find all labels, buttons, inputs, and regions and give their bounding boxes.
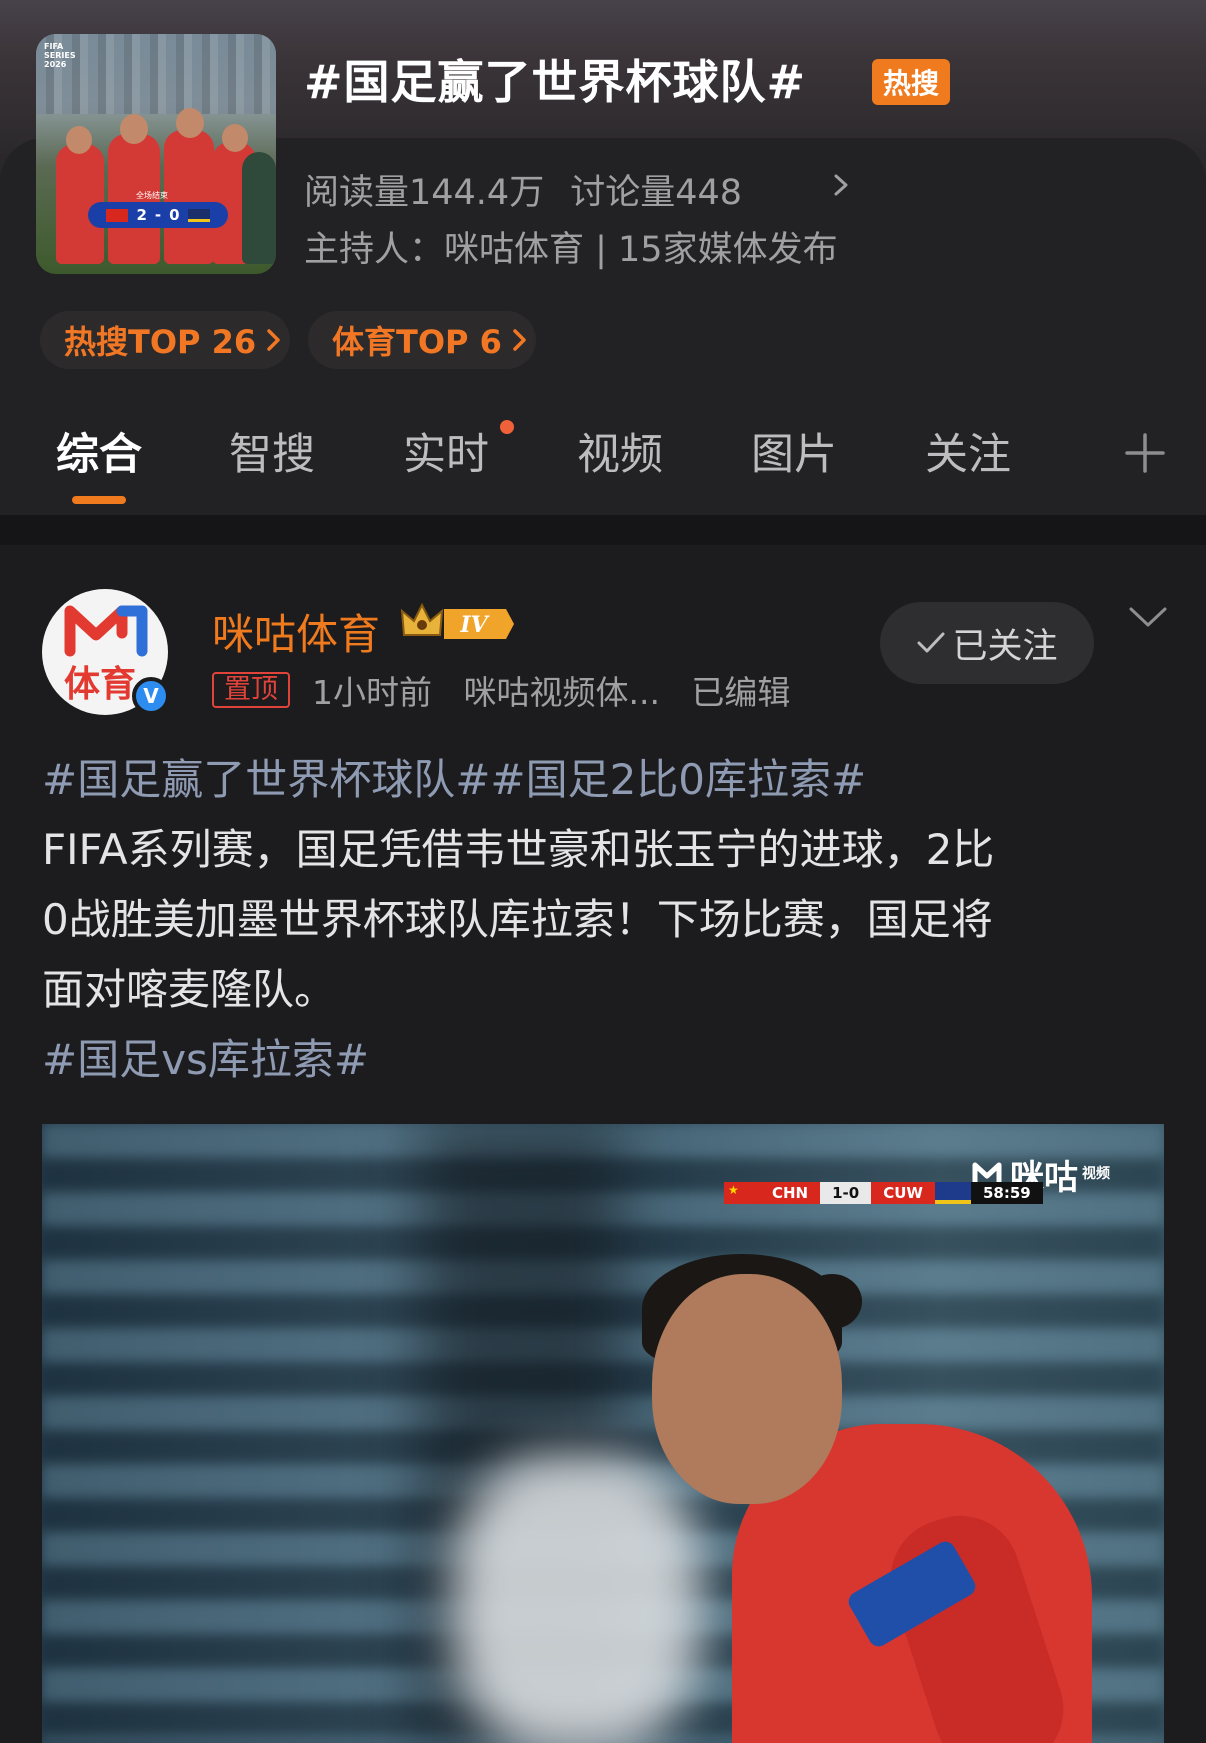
chevron-down-icon[interactable] (1128, 605, 1168, 629)
read-count: 阅读量144.4万 (304, 173, 545, 213)
chevron-right-icon (267, 329, 280, 351)
post-text-line: 0战胜美加墨世界杯球队库拉索！下场比赛，国足将 (42, 895, 993, 944)
topic-stats[interactable]: 阅读量144.4万 讨论量448 (304, 164, 742, 215)
video-player[interactable]: 咪咕 视频 CHN 1-0 CUW 58:59 (42, 1124, 1164, 1743)
post-meta: 1小时前 咪咕视频体... 已编辑 (312, 673, 791, 712)
avatar[interactable]: 体育 V (42, 589, 170, 715)
chevron-right-icon[interactable] (830, 168, 854, 202)
score-caption: 全场结束 (136, 191, 168, 200)
china-flag-icon (106, 208, 129, 222)
new-content-dot (500, 420, 514, 434)
topic-thumbnail[interactable]: FIFA SERIES 2026 全场结束 2 - 0 (36, 34, 276, 274)
following-button[interactable]: 已关注 (880, 602, 1094, 684)
topic-header: FIFA SERIES 2026 全场结束 2 - 0 #国足赢了世界杯球队# 热搜… (0, 0, 1206, 515)
active-tab-indicator (72, 496, 126, 504)
discuss-count: 讨论量448 (570, 173, 743, 213)
tab-comprehensive[interactable]: 综合 (56, 420, 142, 482)
thumbnail-scoreboard: 2 - 0 (88, 202, 228, 228)
check-icon (917, 632, 945, 653)
match-score: 1-0 (820, 1182, 872, 1204)
sports-rank-pill[interactable]: 体育TOP 6 (308, 311, 536, 369)
hashtag-link[interactable]: #国足vs库拉索# (42, 1025, 1172, 1095)
chevron-right-icon (513, 329, 526, 351)
avatar-text: 体育 (64, 664, 137, 705)
curacao-flag-icon (934, 1182, 971, 1204)
search-tabs: 综合 智搜 实时 视频 图片 关注 (0, 420, 1206, 490)
tab-following[interactable]: 关注 (925, 420, 1011, 482)
china-flag-icon (724, 1182, 760, 1204)
topic-host[interactable]: 主持人：咪咕体育 | 15家媒体发布 (304, 221, 838, 272)
hashtag-link[interactable]: #国足赢了世界杯球队##国足2比0库拉索# (42, 745, 1172, 815)
pinned-badge: 置顶 (212, 672, 290, 708)
level-badge: IV (459, 612, 489, 638)
tab-smart-search[interactable]: 智搜 (229, 420, 315, 482)
post-text-line: 面对喀麦隆队。 (42, 965, 337, 1014)
hot-search-rank-pill[interactable]: 热搜TOP 26 (40, 311, 290, 369)
curacao-flag-icon (187, 208, 210, 222)
hot-search-badge: 热搜 (872, 59, 950, 105)
tab-realtime[interactable]: 实时 (403, 420, 489, 482)
tab-images[interactable]: 图片 (751, 420, 837, 482)
author-name[interactable]: 咪咕体育 (212, 601, 380, 662)
away-team: CUW (871, 1182, 935, 1204)
fifa-series-logo: FIFA SERIES 2026 (44, 42, 76, 69)
home-team: CHN (760, 1182, 821, 1204)
add-tab-icon[interactable] (1124, 432, 1166, 474)
vip-crown-icon: IV (400, 602, 514, 639)
section-divider (0, 515, 1206, 545)
topic-title: #国足赢了世界杯球队# (304, 55, 807, 109)
post-text-line: FIFA系列赛，国足凭借韦世豪和张玉宁的进球，2比 (42, 825, 995, 874)
video-scoreboard: CHN 1-0 CUW 58:59 (724, 1182, 1043, 1204)
post-body: #国足赢了世界杯球队##国足2比0库拉索# FIFA系列赛，国足凭借韦世豪和张玉… (42, 745, 1172, 1095)
tab-video[interactable]: 视频 (577, 420, 663, 482)
verified-badge-icon: V (132, 677, 170, 715)
match-clock: 58:59 (970, 1182, 1043, 1204)
